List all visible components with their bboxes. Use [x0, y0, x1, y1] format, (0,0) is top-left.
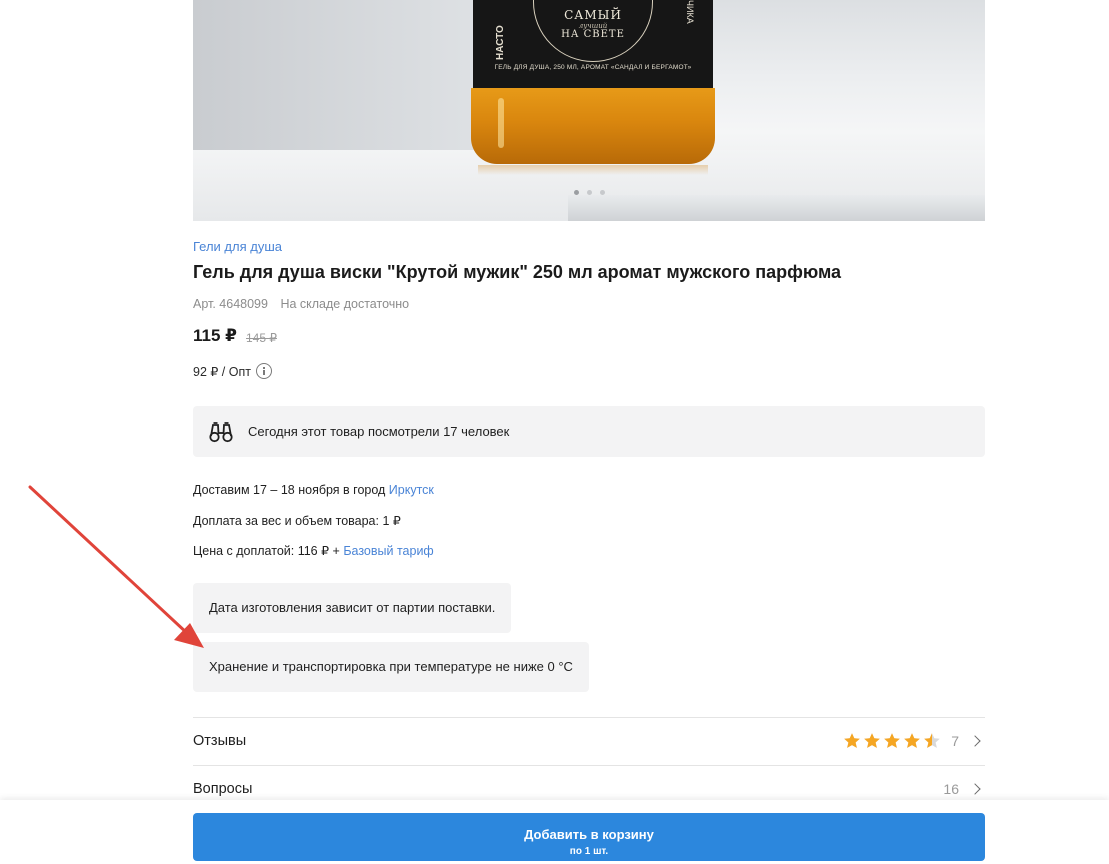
gallery-dot[interactable]: [586, 190, 592, 195]
manufacture-note: Дата изготовления зависит от партии пост…: [193, 583, 512, 633]
price-with-surcharge: Цена с доплатой: 116 ₽ + Базовый тариф: [193, 543, 434, 558]
reviews-row[interactable]: Отзывы 7: [193, 717, 985, 764]
label-side-left: НАСТО: [495, 25, 506, 60]
city-link[interactable]: Иркутск: [389, 483, 434, 497]
wholesale-price: 92 ₽ / Опт: [193, 363, 272, 379]
star-icon: [844, 733, 861, 748]
add-to-cart-quantity: по 1 шт.: [569, 845, 609, 857]
star-icon: [884, 733, 901, 748]
bottle-liquid: [471, 88, 715, 164]
views-text: Сегодня этот товар посмотрели 17 человек: [248, 424, 510, 439]
star-icon: [904, 733, 921, 748]
reviews-count: 7: [951, 733, 959, 749]
storage-note: Хранение и транспортировка при температу…: [193, 642, 589, 692]
label-caption: ГЕЛЬ ДЛЯ ДУША, 250 МЛ, АРОМАТ «САНДАЛ И …: [494, 64, 692, 71]
add-to-cart-button[interactable]: Добавить в корзину по 1 шт.: [193, 813, 985, 861]
rating-stars: [843, 732, 941, 750]
bottle-shine: [498, 98, 504, 148]
views-banner: Сегодня этот товар посмотрели 17 человек: [193, 406, 985, 457]
bottle-reflection: [478, 165, 708, 175]
questions-count: 16: [943, 781, 959, 797]
label-line3: НА СВЕТЕ: [561, 29, 625, 40]
stock-status: На складе достаточно: [280, 297, 410, 311]
image-ledge: [568, 195, 985, 221]
delivery-dates-text: Доставим 17 – 18 ноября в город: [193, 483, 389, 497]
delivery-dates: Доставим 17 – 18 ноября в город Иркутск: [193, 483, 434, 497]
weight-surcharge: Доплата за вес и объем товара: 1 ₽: [193, 514, 401, 528]
star-icon: [924, 733, 941, 748]
bottom-bar: Добавить в корзину по 1 шт.: [0, 800, 1109, 864]
info-icon[interactable]: [255, 363, 272, 379]
gallery-dots: [193, 190, 985, 195]
add-to-cart-label: Добавить в корзину: [524, 826, 654, 842]
reviews-summary: 7: [843, 732, 985, 750]
reviews-label: Отзывы: [193, 733, 247, 749]
star-icon: [864, 733, 881, 748]
bottle-label: САМЫЙ лучший НА СВЕТЕ ГЕЛЬ ДЛЯ ДУША, 250…: [473, 0, 713, 90]
article-number: Арт. 4648099: [193, 297, 268, 311]
product-image[interactable]: САМЫЙ лучший НА СВЕТЕ ГЕЛЬ ДЛЯ ДУША, 250…: [193, 0, 985, 221]
wholesale-price-text: 92 ₽ / Опт: [193, 364, 251, 379]
category-link[interactable]: Гели для душа: [193, 239, 282, 254]
old-price: 145 ₽: [246, 331, 277, 345]
binoculars-icon: [209, 421, 233, 442]
label-side-right: ЧИКА: [685, 0, 695, 24]
gallery-dot[interactable]: [573, 190, 579, 195]
price-with-surcharge-text: Цена с доплатой: 116 ₽ +: [193, 544, 344, 558]
current-price: 115 ₽: [193, 326, 237, 345]
gallery-dot[interactable]: [599, 190, 605, 195]
tariff-link[interactable]: Базовый тариф: [343, 544, 433, 558]
product-title: Гель для душа виски "Крутой мужик" 250 м…: [193, 262, 842, 282]
questions-label: Вопросы: [193, 781, 253, 797]
label-line1: САМЫЙ: [564, 8, 622, 22]
chevron-right-icon: [969, 735, 981, 747]
chevron-right-icon: [969, 783, 981, 795]
product-meta: Арт. 4648099 На складе достаточно: [193, 297, 409, 311]
questions-summary: 16: [943, 781, 985, 797]
